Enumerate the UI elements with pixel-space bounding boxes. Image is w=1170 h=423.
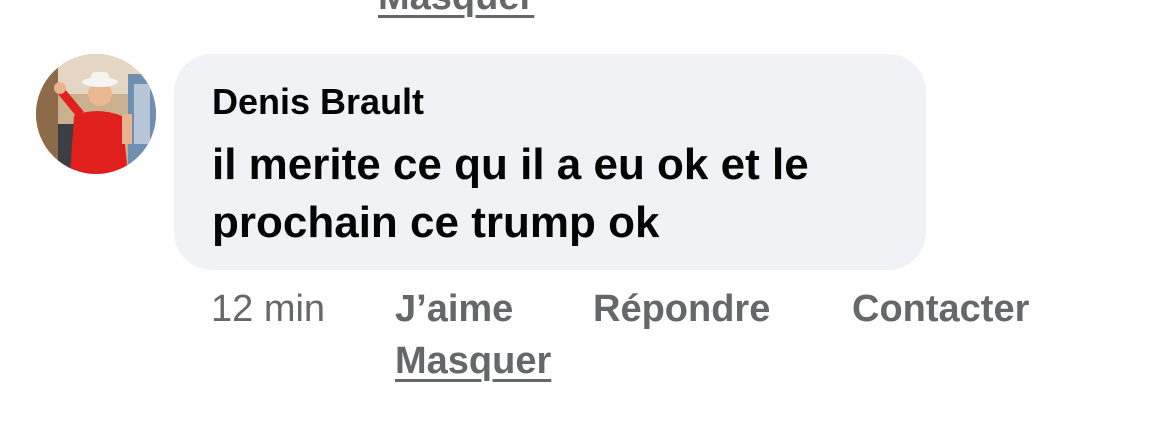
- like-button[interactable]: J’aime: [395, 290, 513, 328]
- comment-author[interactable]: Denis Brault: [212, 84, 424, 120]
- comment-timestamp[interactable]: 12 min: [211, 290, 325, 328]
- avatar[interactable]: [36, 54, 156, 174]
- previous-comment-hide-link[interactable]: Masquer: [378, 0, 534, 16]
- profile-photo-icon: [36, 54, 156, 174]
- hide-comment-button[interactable]: Masquer: [395, 342, 551, 380]
- comment-bubble: Denis Brault il merite ce qu il a eu ok …: [174, 54, 926, 270]
- comment-text: il merite ce qu il a eu ok et le prochai…: [212, 140, 809, 247]
- contact-button[interactable]: Contacter: [852, 290, 1029, 328]
- reply-button[interactable]: Répondre: [593, 290, 770, 328]
